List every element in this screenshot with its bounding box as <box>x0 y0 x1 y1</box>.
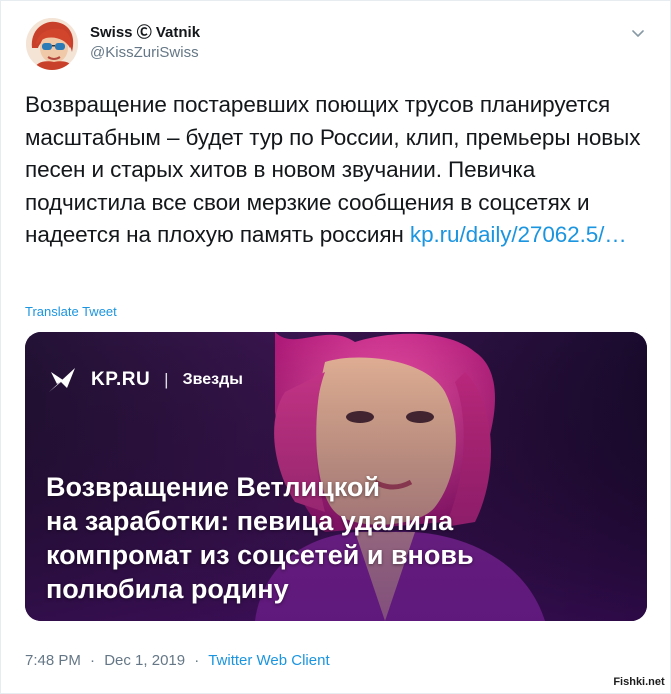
card-logo: KP.RU | Звезды <box>45 362 243 398</box>
link-preview-card[interactable]: KP.RU | Звезды Возвращение Ветлицкой на … <box>25 332 647 621</box>
meta-separator: · <box>90 652 96 669</box>
card-headline-line: полюбила родину <box>46 574 289 604</box>
tweet-text: Возвращение постаревших поющих трусов пл… <box>25 89 655 252</box>
tweet-link[interactable]: kp.ru/daily/27062.5/… <box>410 222 627 247</box>
avatar[interactable] <box>26 18 78 70</box>
card-headline-line: на заработки: певица удалила <box>46 506 454 536</box>
card-section: Звезды <box>182 371 243 388</box>
card-headline-line: компромат из соцсетей и вновь <box>46 540 474 570</box>
chevron-down-icon[interactable] <box>630 25 646 41</box>
tweet-time[interactable]: 7:48 PM <box>25 652 81 669</box>
card-headline: Возвращение Ветлицкой на заработки: певи… <box>46 470 566 606</box>
author-info: Swiss Ⓒ Vatnik @KissZuriSwiss <box>90 23 200 63</box>
translate-tweet-link[interactable]: Translate Tweet <box>25 304 117 319</box>
kp-bird-icon <box>49 368 75 392</box>
card-brand-separator: | <box>164 370 169 389</box>
author-display-name[interactable]: Swiss Ⓒ Vatnik <box>90 23 200 43</box>
tweet-client[interactable]: Twitter Web Client <box>208 652 329 669</box>
card-brand: KP.RU <box>91 369 151 390</box>
tweet-date[interactable]: Dec 1, 2019 <box>104 652 185 669</box>
tweet: Swiss Ⓒ Vatnik @KissZuriSwiss Возвращени… <box>0 0 671 694</box>
watermark-logo: Fishki.net <box>611 674 667 690</box>
meta-separator: · <box>194 652 200 669</box>
author-handle[interactable]: @KissZuriSwiss <box>90 43 200 63</box>
card-headline-line: Возвращение Ветлицкой <box>46 472 381 502</box>
tweet-meta: 7:48 PM · Dec 1, 2019 · Twitter Web Clie… <box>25 652 330 669</box>
avatar-image <box>26 18 78 70</box>
